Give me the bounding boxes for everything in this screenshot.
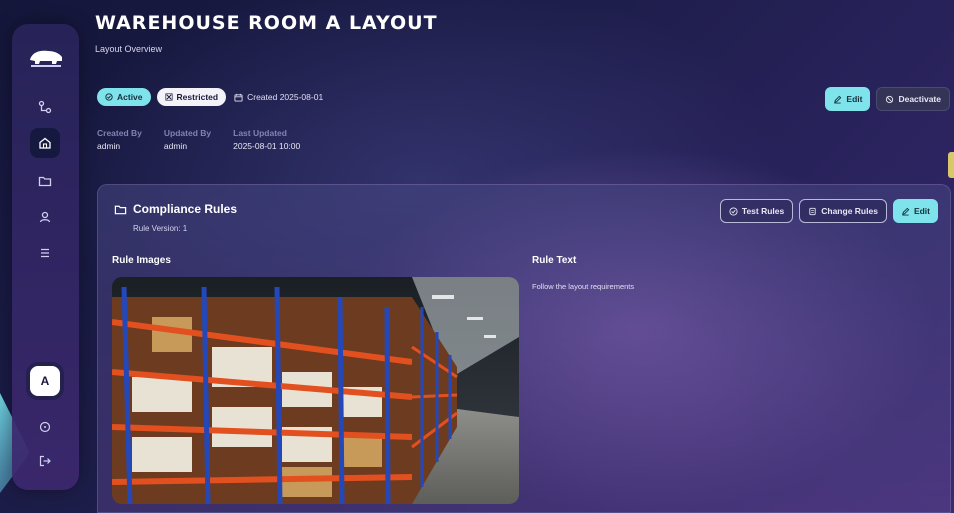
pencil-icon	[834, 95, 842, 104]
restricted-icon	[164, 93, 173, 101]
test-rules-button[interactable]: Test Rules	[719, 199, 794, 223]
rule-version: Rule Version: 1	[133, 224, 188, 233]
side-drawer-handle[interactable]	[948, 152, 954, 178]
status-badge-active: Active	[97, 88, 151, 106]
check-circle-icon	[729, 206, 738, 216]
sidebar-item-list[interactable]	[30, 238, 60, 268]
header-actions: Edit Deactivate	[825, 87, 950, 111]
edit-layout-button[interactable]: Edit	[825, 87, 871, 111]
deactivate-button[interactable]: Deactivate	[876, 87, 950, 111]
workflow-icon	[38, 100, 52, 114]
warehouse-rule-image[interactable]	[112, 277, 519, 504]
brand-logo-icon[interactable]	[26, 40, 66, 72]
meta-updated-by: Updated By admin	[163, 128, 212, 151]
rule-images-label: Rule Images	[112, 255, 171, 266]
logout-icon	[39, 455, 51, 467]
home-icon	[39, 137, 51, 149]
card-actions: Test Rules Change Rules Edit	[719, 199, 938, 223]
card-title: Compliance Rules	[114, 202, 237, 216]
user-icon	[39, 211, 51, 223]
status-badges: Active Restricted Created 2025-08-01	[97, 88, 323, 106]
sidebar-item-folder[interactable]	[30, 166, 60, 196]
folder-icon	[38, 176, 52, 187]
rule-text-content: Follow the layout requirements	[532, 282, 635, 291]
status-badge-restricted: Restricted	[156, 88, 227, 106]
edit-rules-button[interactable]: Edit	[892, 199, 938, 223]
rule-text-label: Rule Text	[532, 255, 577, 266]
page-title: Warehouse Room A Layout	[95, 12, 438, 34]
sidebar-item-logout[interactable]	[30, 446, 60, 476]
created-date: Created 2025-08-01	[234, 92, 323, 102]
folder-icon	[114, 205, 127, 214]
list-icon	[41, 248, 49, 258]
meta-last-updated: Last Updated 2025-08-01 10:00	[233, 128, 301, 151]
document-icon	[809, 207, 816, 215]
power-off-icon	[886, 95, 894, 103]
sidebar-item-home[interactable]	[30, 128, 60, 158]
metadata: Created By admin Updated By admin Last U…	[97, 128, 300, 151]
page-subtitle: Layout Overview	[95, 44, 163, 54]
sidebar-item-help[interactable]	[30, 412, 60, 442]
pencil-icon	[902, 207, 910, 216]
avatar[interactable]: A	[30, 366, 60, 396]
check-circle-icon	[105, 93, 113, 101]
compliance-rules-card: Compliance Rules Rule Version: 1 Test Ru…	[97, 184, 951, 513]
sidebar: A	[12, 24, 79, 490]
meta-created-by: Created By admin	[97, 128, 142, 151]
help-icon	[39, 421, 51, 433]
change-rules-button[interactable]: Change Rules	[799, 199, 887, 223]
sidebar-item-user[interactable]	[30, 202, 60, 232]
sidebar-item-workflow[interactable]	[30, 92, 60, 122]
calendar-icon	[234, 93, 243, 102]
